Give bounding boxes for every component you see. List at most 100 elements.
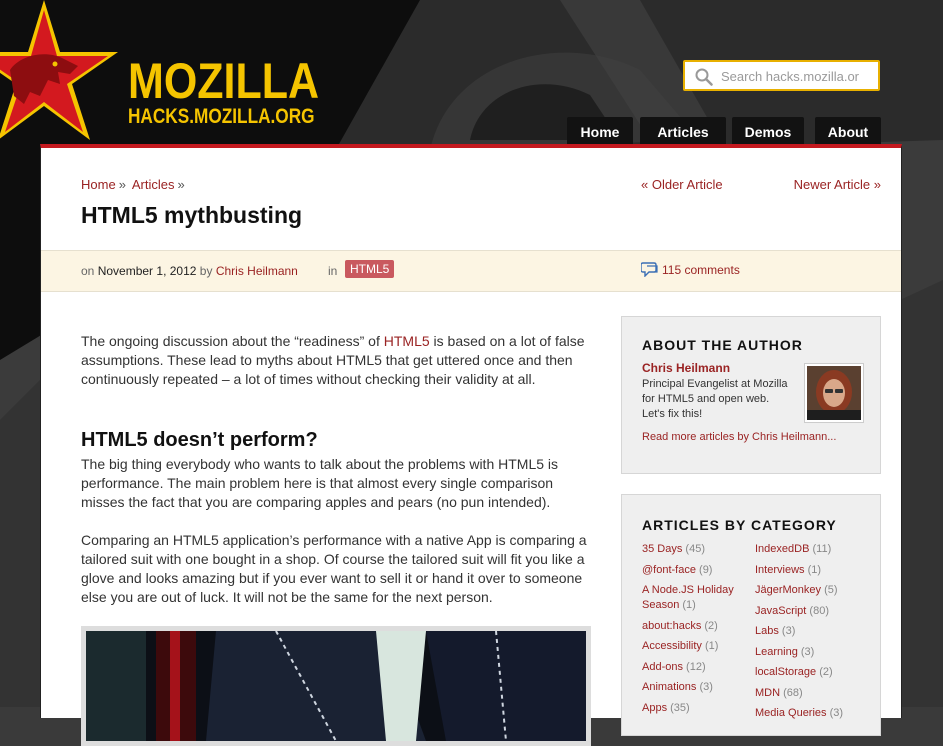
section-heading: HTML5 doesn’t perform? [81,429,318,451]
category-item: 35 Days (45) [642,542,752,557]
category-item: Learning (3) [755,645,865,660]
p1-text-before: The ongoing discussion about the “readin… [81,333,384,349]
category-count: (3) [829,707,844,719]
breadcrumb-separator: » [118,177,126,192]
category-link[interactable]: Media Queries [755,707,827,719]
category-count: (1) [807,563,822,576]
category-link[interactable]: Accessibility [642,640,702,652]
logo-subtitle: HACKS.MOZILLA.ORG [128,105,315,128]
author-bio: Principal Evangelist at Mozilla for HTML… [642,378,788,420]
meta-by-label: by [199,264,213,278]
article-image [81,626,591,746]
breadcrumb: Home» Articles» [81,177,188,192]
article-paragraph: The ongoing discussion about the “readin… [81,332,591,389]
categories-box: ARTICLES BY CATEGORY 35 Days (45) @font-… [621,494,881,736]
category-item: about:hacks (2) [642,619,752,634]
newer-article-link[interactable]: Newer Article » [794,177,881,192]
nav-articles[interactable]: Articles [640,117,726,145]
category-link[interactable]: Animations [642,681,696,693]
category-count: (2) [704,619,718,632]
author-name-link[interactable]: Chris Heilmann [642,361,730,375]
category-item: A Node.JS Holiday Season (1) [642,583,752,613]
category-link[interactable]: JavaScript [755,605,806,617]
avatar[interactable] [804,363,864,423]
category-item: Animations (3) [642,680,752,695]
category-item: localStorage (2) [755,665,865,680]
category-link[interactable]: Add-ons [642,661,683,673]
category-count: (3) [800,645,815,658]
category-item: Accessibility (1) [642,639,752,654]
category-item: JägerMonkey (5) [755,583,865,598]
category-item: JavaScript (80) [755,604,865,619]
categories-title: ARTICLES BY CATEGORY [642,517,837,533]
logo-title: MOZILLA [128,53,320,109]
category-count: (1) [682,599,696,611]
category-count: (45) [685,543,705,555]
nav-home[interactable]: Home [567,117,633,145]
about-author-title: ABOUT THE AUTHOR [642,337,803,353]
category-item: Media Queries (3) [755,706,865,721]
comment-bubble-icon [640,262,658,278]
category-link[interactable]: 35 Days [642,543,682,555]
author-avatar-image [807,366,861,420]
html5-link[interactable]: HTML5 [384,333,430,349]
category-link[interactable]: IndexedDB [755,543,809,555]
dino-star-icon [0,0,118,140]
post-author-link[interactable]: Chris Heilmann [216,264,298,278]
nav-demos[interactable]: Demos [732,117,804,145]
search-box [683,60,880,91]
category-list-right: IndexedDB (11) Interviews (1) JägerMonke… [755,542,865,727]
category-link[interactable]: @font-face [642,564,696,576]
category-count: (3) [699,681,713,693]
category-count: (11) [812,543,832,555]
post-date: November 1, 2012 [97,264,197,278]
category-item: IndexedDB (11) [755,542,865,557]
nav-about[interactable]: About [815,117,881,145]
category-count: (9) [699,563,713,576]
breadcrumb-separator: » [177,177,185,192]
category-list-left: 35 Days (45) @font-face (9) A Node.JS Ho… [642,542,752,721]
category-link[interactable]: about:hacks [642,620,701,632]
meta-in-label: in [328,264,338,278]
article-paragraph: The big thing everybody who wants to tal… [81,456,559,510]
category-item: Add-ons (12) [642,660,752,675]
author-more-articles-link[interactable]: Read more articles by Chris Heilmann... [642,431,836,443]
category-item: @font-face (9) [642,563,752,578]
about-author-box: ABOUT THE AUTHOR Chris Heilmann Principa… [621,316,881,474]
category-count: (80) [809,604,829,617]
article-paragraph: Comparing an HTML5 application’s perform… [81,532,587,605]
category-link[interactable]: Labs [755,625,779,637]
comments-link[interactable]: 115 comments [640,262,740,278]
older-article-link[interactable]: « Older Article [641,177,723,192]
breadcrumb-home[interactable]: Home [81,177,116,192]
category-link[interactable]: Apps [642,702,667,714]
category-count: (12) [686,660,706,673]
site-logo[interactable]: MOZILLA HACKS.MOZILLA.ORG [0,0,330,160]
category-link[interactable]: localStorage [755,666,816,678]
comments-count: 115 comments [662,263,740,277]
category-item: Labs (3) [755,624,865,639]
post-byline: on November 1, 2012 by Chris Heilmann [81,264,298,278]
page-title: HTML5 mythbusting [81,202,303,228]
meta-on-label: on [81,264,95,278]
category-count: (2) [819,666,833,678]
category-link[interactable]: Interviews [755,564,805,576]
category-count: (68) [783,686,803,699]
category-count: (35) [670,701,690,714]
content-panel: Home» Articles» « Older Article Newer Ar… [40,144,902,746]
category-item: Interviews (1) [755,563,865,578]
category-item: Apps (35) [642,701,752,716]
category-link[interactable]: JägerMonkey [755,584,821,596]
search-icon[interactable] [695,68,713,86]
category-count: (5) [824,584,838,596]
category-link[interactable]: Learning [755,646,798,658]
category-link[interactable]: MDN [755,687,780,699]
post-meta: on November 1, 2012 by Chris Heilmann in… [41,250,901,292]
category-count: (3) [781,625,796,637]
search-input[interactable] [719,65,873,87]
tailored-suit-photo [86,631,586,741]
category-item: MDN (68) [755,686,865,701]
breadcrumb-articles[interactable]: Articles [132,177,175,192]
category-count: (1) [704,640,719,652]
tag-html5[interactable]: HTML5 [345,260,395,278]
